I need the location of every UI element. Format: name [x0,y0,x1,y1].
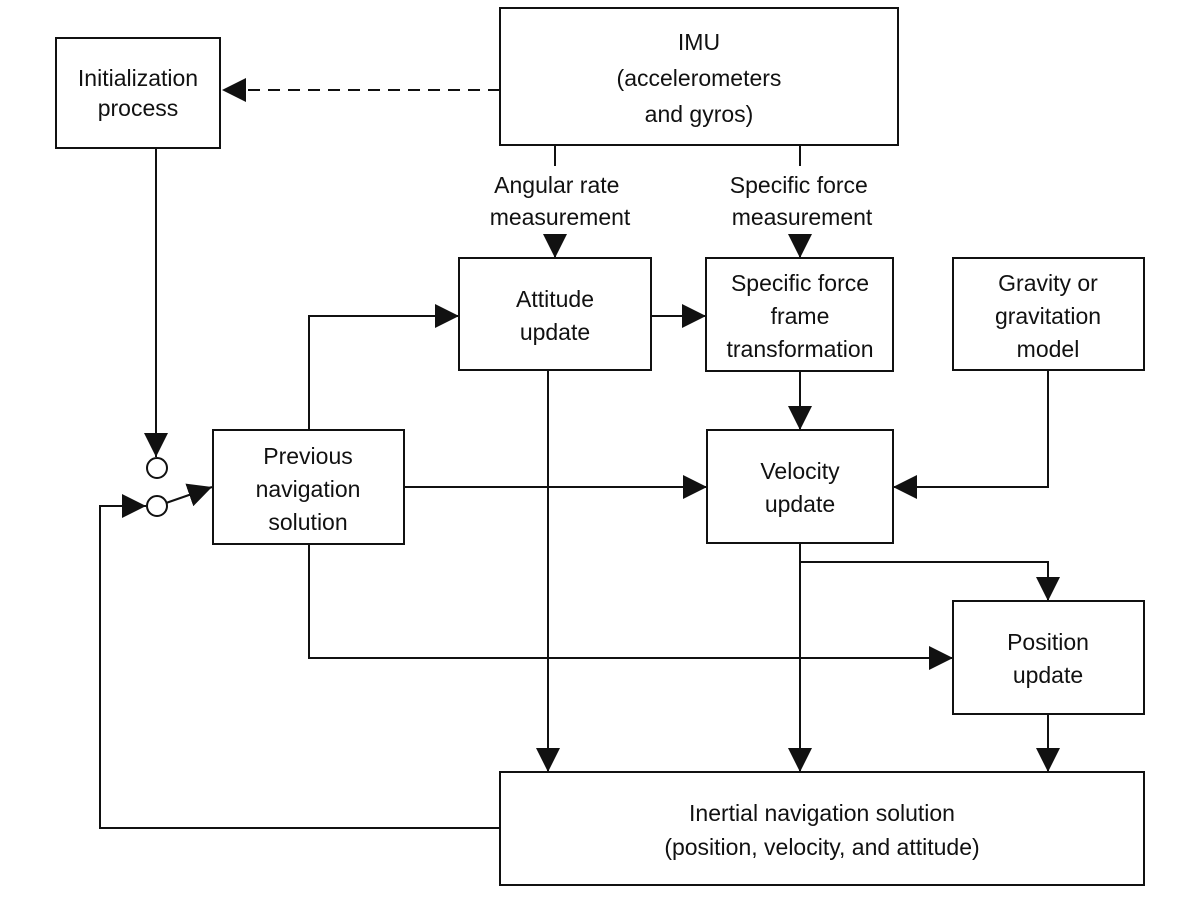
node-gravity-model: Gravity or gravitation model [952,257,1145,371]
arrow-velocity-to-position [800,561,1060,601]
ins-block-diagram: Angular rate measurement Specific force … [55,7,1145,886]
node-previous-navigation-solution: Previous navigation solution [212,429,405,545]
svg-text:Previousnavigationsolution: Previous navigation solution [256,443,361,535]
arrow-gravity-to-velocity [893,370,1049,499]
switch-contact-init [146,457,168,479]
switch-arm [165,483,213,507]
arrow-prev-to-attitude [308,304,459,430]
node-specific-force-transformation: Specific force frame transformation [705,257,894,372]
node-velocity-update: Velocity update [706,429,894,544]
label-angular-rate: Angular rate measurement [490,172,631,230]
node-position-update: Position update [952,600,1145,715]
switch-contact-feedback [146,495,168,517]
node-inertial-navigation-solution: Inertial navigation solution (position, v… [499,771,1145,886]
feedback-ins-to-switch [99,494,500,829]
node-imu: IMU (accelerometers and gyros) [499,7,899,146]
node-init: Initialization process [55,37,221,149]
label-specific-force: Specific force measurement [730,172,874,230]
node-attitude-update: Attitude update [458,257,652,371]
